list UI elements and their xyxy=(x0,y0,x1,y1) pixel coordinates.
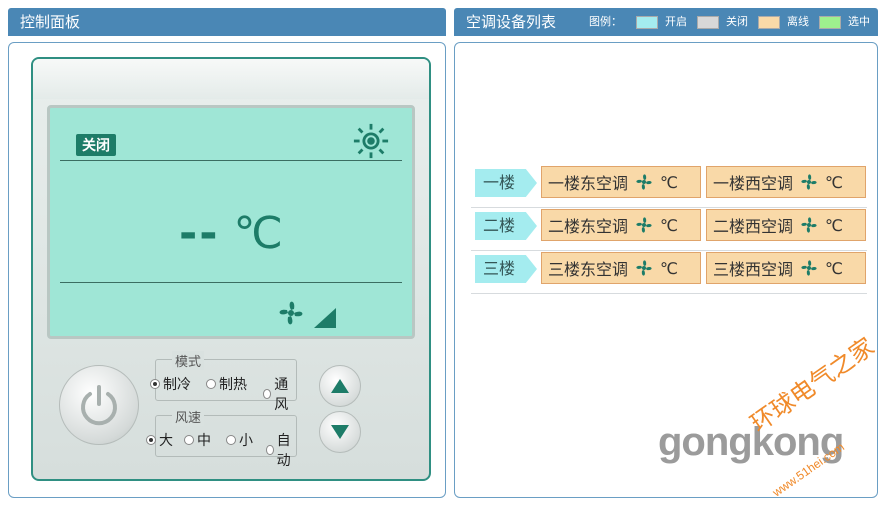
mode-group-title: 模式 xyxy=(172,351,205,370)
legend-label-on: 开启 xyxy=(665,15,687,28)
speed-option-label: 中 xyxy=(197,433,211,449)
speed-option-label: 大 xyxy=(159,433,173,449)
fan-icon xyxy=(636,174,652,190)
temp-down-button[interactable] xyxy=(319,411,361,453)
ac-unit-temp: ℃ xyxy=(660,172,678,192)
legend-swatch-selected xyxy=(819,15,841,29)
ac-unit-name: 三楼东空调 xyxy=(548,260,629,279)
fan-icon xyxy=(801,260,817,276)
fan-icon xyxy=(801,217,817,233)
ac-unit-name: 三楼西空调 xyxy=(713,260,794,279)
mode-option-label: 制冷 xyxy=(163,377,191,393)
temp-up-button[interactable] xyxy=(319,365,361,407)
floor-row: 三楼 三楼东空调 ℃ 三楼西空调 ℃ xyxy=(471,251,867,294)
floor-row: 一楼 一楼东空调 ℃ 一楼西空调 ℃ xyxy=(471,165,867,208)
ac-unit-card[interactable]: 二楼东空调 ℃ xyxy=(541,209,701,241)
ac-unit-name: 二楼东空调 xyxy=(548,217,629,236)
device-list-title: 空调设备列表 xyxy=(466,13,557,31)
radio-icon xyxy=(266,445,274,455)
control-panel-title: 控制面板 xyxy=(20,13,81,31)
legend-swatch-on xyxy=(636,15,658,29)
mode-option-label: 制热 xyxy=(219,377,247,393)
radio-checked-icon xyxy=(146,435,156,445)
legend-swatch-off xyxy=(697,15,719,29)
power-status-badge: 关闭 xyxy=(76,134,116,156)
mode-option-fan[interactable]: 通风 xyxy=(263,374,296,414)
radio-icon xyxy=(184,435,194,445)
ac-unit-temp: ℃ xyxy=(660,215,678,235)
fan-speed-icon xyxy=(314,308,336,328)
speed-option-label: 小 xyxy=(239,433,253,449)
temperature-unit: ℃ xyxy=(233,208,283,259)
lcd-divider-top xyxy=(60,160,402,161)
floor-row: 二楼 二楼东空调 ℃ 二楼西空调 ℃ xyxy=(471,208,867,251)
device-list: 一楼 一楼东空调 ℃ 一楼西空调 ℃ 二楼 二楼东空调 ℃ 二楼西空调 ℃ 三楼… xyxy=(471,165,867,294)
control-panel: 关闭 -- ℃ 模式 制冷 制热 通风 风速 大 中 小 自动 xyxy=(8,42,446,498)
power-button[interactable] xyxy=(59,365,139,445)
ac-unit-card[interactable]: 一楼西空调 ℃ xyxy=(706,166,866,198)
ac-unit-card[interactable]: 一楼东空调 ℃ xyxy=(541,166,701,198)
floor-tag[interactable]: 一楼 xyxy=(475,169,537,197)
ac-unit-name: 一楼东空调 xyxy=(548,174,629,193)
speed-option-medium[interactable]: 中 xyxy=(184,430,211,450)
ac-unit-card[interactable]: 三楼西空调 ℃ xyxy=(706,252,866,284)
triangle-up-icon xyxy=(331,379,349,393)
power-icon xyxy=(81,385,117,426)
fan-icon xyxy=(636,260,652,276)
device-list-header: 空调设备列表 图例： 开启 关闭 离线 选中 xyxy=(454,8,878,36)
mode-option-cool[interactable]: 制冷 xyxy=(150,374,191,394)
fan-speed-group: 风速 大 中 小 自动 xyxy=(146,407,297,469)
legend-swatch-offline xyxy=(758,15,780,29)
legend-label-off: 关闭 xyxy=(726,15,748,28)
control-panel-header: 控制面板 xyxy=(8,8,446,36)
radio-icon xyxy=(226,435,236,445)
legend-label-offline: 离线 xyxy=(787,15,809,28)
floor-tag[interactable]: 三楼 xyxy=(475,255,537,283)
fan-icon xyxy=(801,174,817,190)
radio-checked-icon xyxy=(150,379,160,389)
ac-unit-temp: ℃ xyxy=(825,215,843,235)
speed-option-label: 自动 xyxy=(276,433,291,469)
ac-unit-temp: ℃ xyxy=(825,258,843,278)
triangle-down-icon xyxy=(331,425,349,439)
controller-top-strip xyxy=(33,59,429,99)
temperature-value: -- xyxy=(179,208,220,259)
sun-icon xyxy=(353,123,389,159)
temperature-readout: -- ℃ xyxy=(50,208,412,259)
legend-title: 图例： xyxy=(589,15,622,28)
speed-option-high[interactable]: 大 xyxy=(146,430,173,450)
mode-option-label: 通风 xyxy=(274,377,289,413)
ac-unit-temp: ℃ xyxy=(825,172,843,192)
fan-icon xyxy=(279,301,303,325)
legend-label-selected: 选中 xyxy=(848,15,870,28)
speed-option-auto[interactable]: 自动 xyxy=(266,430,296,470)
ac-unit-name: 一楼西空调 xyxy=(713,174,794,193)
legend: 图例： 开启 关闭 离线 选中 xyxy=(589,8,870,36)
thermostat-controller: 关闭 -- ℃ 模式 制冷 制热 通风 风速 大 中 小 自动 xyxy=(31,57,431,481)
lcd-display: 关闭 -- ℃ xyxy=(47,105,415,339)
radio-icon xyxy=(263,389,272,399)
lcd-divider-bottom xyxy=(60,282,402,283)
fan-icon xyxy=(636,217,652,233)
fan-speed-group-title: 风速 xyxy=(172,407,205,426)
radio-icon xyxy=(206,379,216,389)
ac-unit-name: 二楼西空调 xyxy=(713,217,794,236)
mode-group: 模式 制冷 制热 通风 xyxy=(150,351,297,413)
ac-unit-temp: ℃ xyxy=(660,258,678,278)
ac-unit-card[interactable]: 二楼西空调 ℃ xyxy=(706,209,866,241)
ac-unit-card[interactable]: 三楼东空调 ℃ xyxy=(541,252,701,284)
floor-tag[interactable]: 二楼 xyxy=(475,212,537,240)
speed-option-low[interactable]: 小 xyxy=(226,430,253,450)
mode-option-heat[interactable]: 制热 xyxy=(206,374,247,394)
